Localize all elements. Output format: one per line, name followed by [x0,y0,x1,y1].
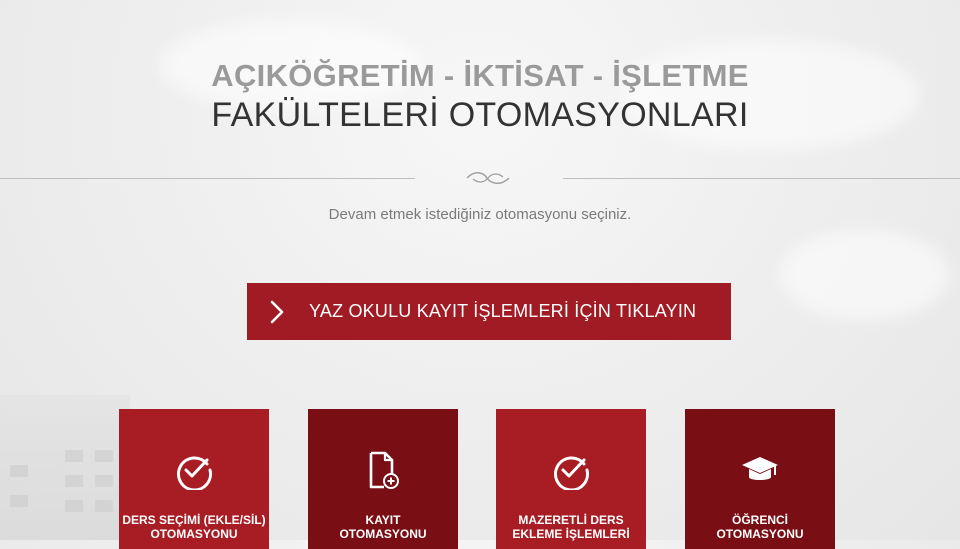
check-circle-icon [177,456,212,490]
divider-left [0,178,415,179]
course-selection-card[interactable]: DERS SEÇİMİ (EKLE/SİL) OTOMASYONU [119,409,269,549]
summer-school-registration-button[interactable]: YAZ OKULU KAYIT İŞLEMLERİ İÇİN TIKLAYIN [247,283,731,340]
card-label-line1: MAZERETLİ DERS [518,513,624,527]
card-label-line1: DERS SEÇİMİ (EKLE/SİL) [122,513,266,527]
student-automation-card[interactable]: ÖĞRENCİ OTOMASYONU [685,409,835,549]
background-building [0,395,130,540]
chevron-right-icon [270,300,284,323]
summer-school-button-label: YAZ OKULU KAYIT İŞLEMLERİ İÇİN TIKLAYIN [309,301,697,321]
card-label-line1: ÖĞRENCİ [731,513,788,527]
check-circle-icon [554,456,589,490]
card-label-line2: EKLEME İŞLEMLERİ [512,527,630,541]
document-add-icon [369,451,399,489]
card-label-line2: OTOMASYONU [150,527,238,541]
instruction-text: Devam etmek istediğiniz otomasyonu seçin… [328,206,632,223]
card-label-line2: OTOMASYONU [716,527,804,541]
ornament-icon [466,172,510,184]
card-label-line1: KAYIT [365,513,401,527]
background-cloud [780,230,950,320]
excused-course-card[interactable]: MAZERETLİ DERS EKLEME İŞLEMLERİ [496,409,646,549]
graduation-cap-icon [742,457,778,480]
registration-card[interactable]: KAYIT OTOMASYONU [308,409,458,549]
page-title-line1: AÇIKÖĞRETİM - İKTİSAT - İŞLETME [211,58,749,93]
page-title-line2: FAKÜLTELERİ OTOMASYONLARI [211,96,749,134]
card-label-line2: OTOMASYONU [339,527,427,541]
divider-right [563,178,960,179]
